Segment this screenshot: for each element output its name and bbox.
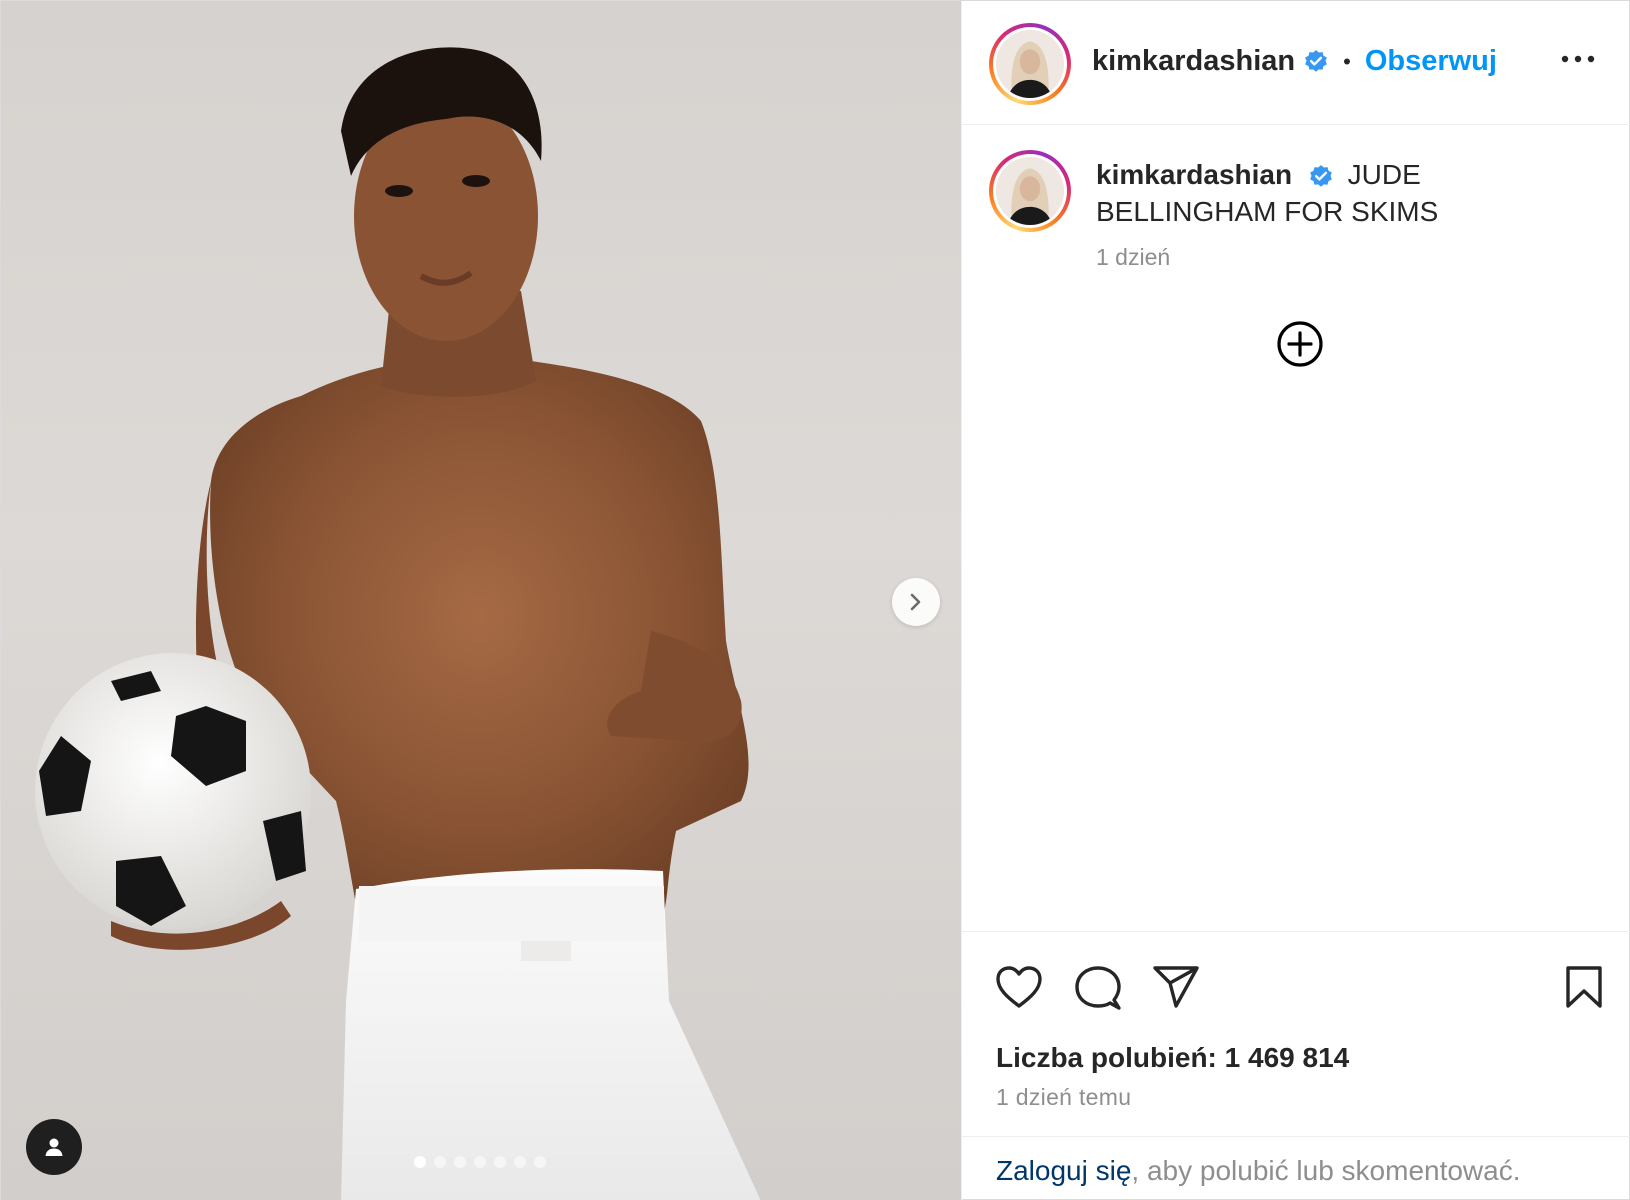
chevron-right-icon bbox=[910, 593, 921, 611]
post-media[interactable] bbox=[1, 1, 961, 1200]
carousel-dot bbox=[514, 1156, 526, 1168]
comment-icon[interactable] bbox=[1074, 964, 1122, 1012]
avatar[interactable] bbox=[989, 23, 1071, 105]
login-prompt: Zaloguj się, aby polubić lub skomentować… bbox=[962, 1136, 1630, 1200]
post-caption: kimkardashian JUDE BELLINGHAM FOR SKIMS bbox=[1096, 156, 1596, 230]
carousel-indicator bbox=[414, 1156, 546, 1168]
user-tag-icon bbox=[45, 1138, 63, 1156]
post-header: kimkardashian • Obserwuj bbox=[962, 1, 1630, 125]
header-username[interactable]: kimkardashian bbox=[1092, 45, 1295, 78]
comments-section: kimkardashian JUDE BELLINGHAM FOR SKIMS … bbox=[962, 126, 1630, 931]
login-prompt-rest: , aby polubić lub skomentować. bbox=[1131, 1155, 1521, 1186]
login-link[interactable]: Zaloguj się bbox=[996, 1155, 1131, 1186]
carousel-dot bbox=[434, 1156, 446, 1168]
carousel-dot bbox=[414, 1156, 426, 1168]
plus-circle-icon[interactable] bbox=[1276, 320, 1324, 368]
bookmark-icon[interactable] bbox=[1564, 964, 1604, 1010]
caption-timestamp: 1 dzień bbox=[1096, 244, 1171, 270]
login-prompt-text: Zaloguj się, aby polubić lub skomentować… bbox=[996, 1155, 1521, 1187]
carousel-dot bbox=[494, 1156, 506, 1168]
post-side-panel: kimkardashian • Obserwuj kimkardashian J… bbox=[961, 1, 1630, 1200]
follow-button[interactable]: Obserwuj bbox=[1365, 45, 1497, 78]
post-photo bbox=[35, 47, 761, 1200]
likes-count[interactable]: Liczba polubień: 1 469 814 bbox=[996, 1042, 1349, 1074]
carousel-dot bbox=[474, 1156, 486, 1168]
post-actions: Liczba polubień: 1 469 814 1 dzień temu bbox=[962, 931, 1630, 1136]
more-options-icon[interactable] bbox=[1560, 49, 1596, 69]
heart-icon[interactable] bbox=[994, 964, 1044, 1010]
post-timestamp[interactable]: 1 dzień temu bbox=[996, 1084, 1131, 1111]
caption-username[interactable]: kimkardashian bbox=[1096, 159, 1292, 190]
carousel-next-button[interactable] bbox=[892, 578, 940, 626]
carousel-dot bbox=[534, 1156, 546, 1168]
user-tags-button[interactable] bbox=[26, 1119, 82, 1175]
post-dialog: kimkardashian • Obserwuj kimkardashian J… bbox=[0, 0, 1630, 1200]
verified-badge-icon bbox=[1310, 164, 1332, 187]
send-icon[interactable] bbox=[1152, 964, 1200, 1010]
verified-badge-icon bbox=[1305, 49, 1327, 72]
carousel-dot bbox=[454, 1156, 466, 1168]
caption-avatar[interactable] bbox=[989, 150, 1071, 232]
header-separator: • bbox=[1343, 48, 1351, 74]
